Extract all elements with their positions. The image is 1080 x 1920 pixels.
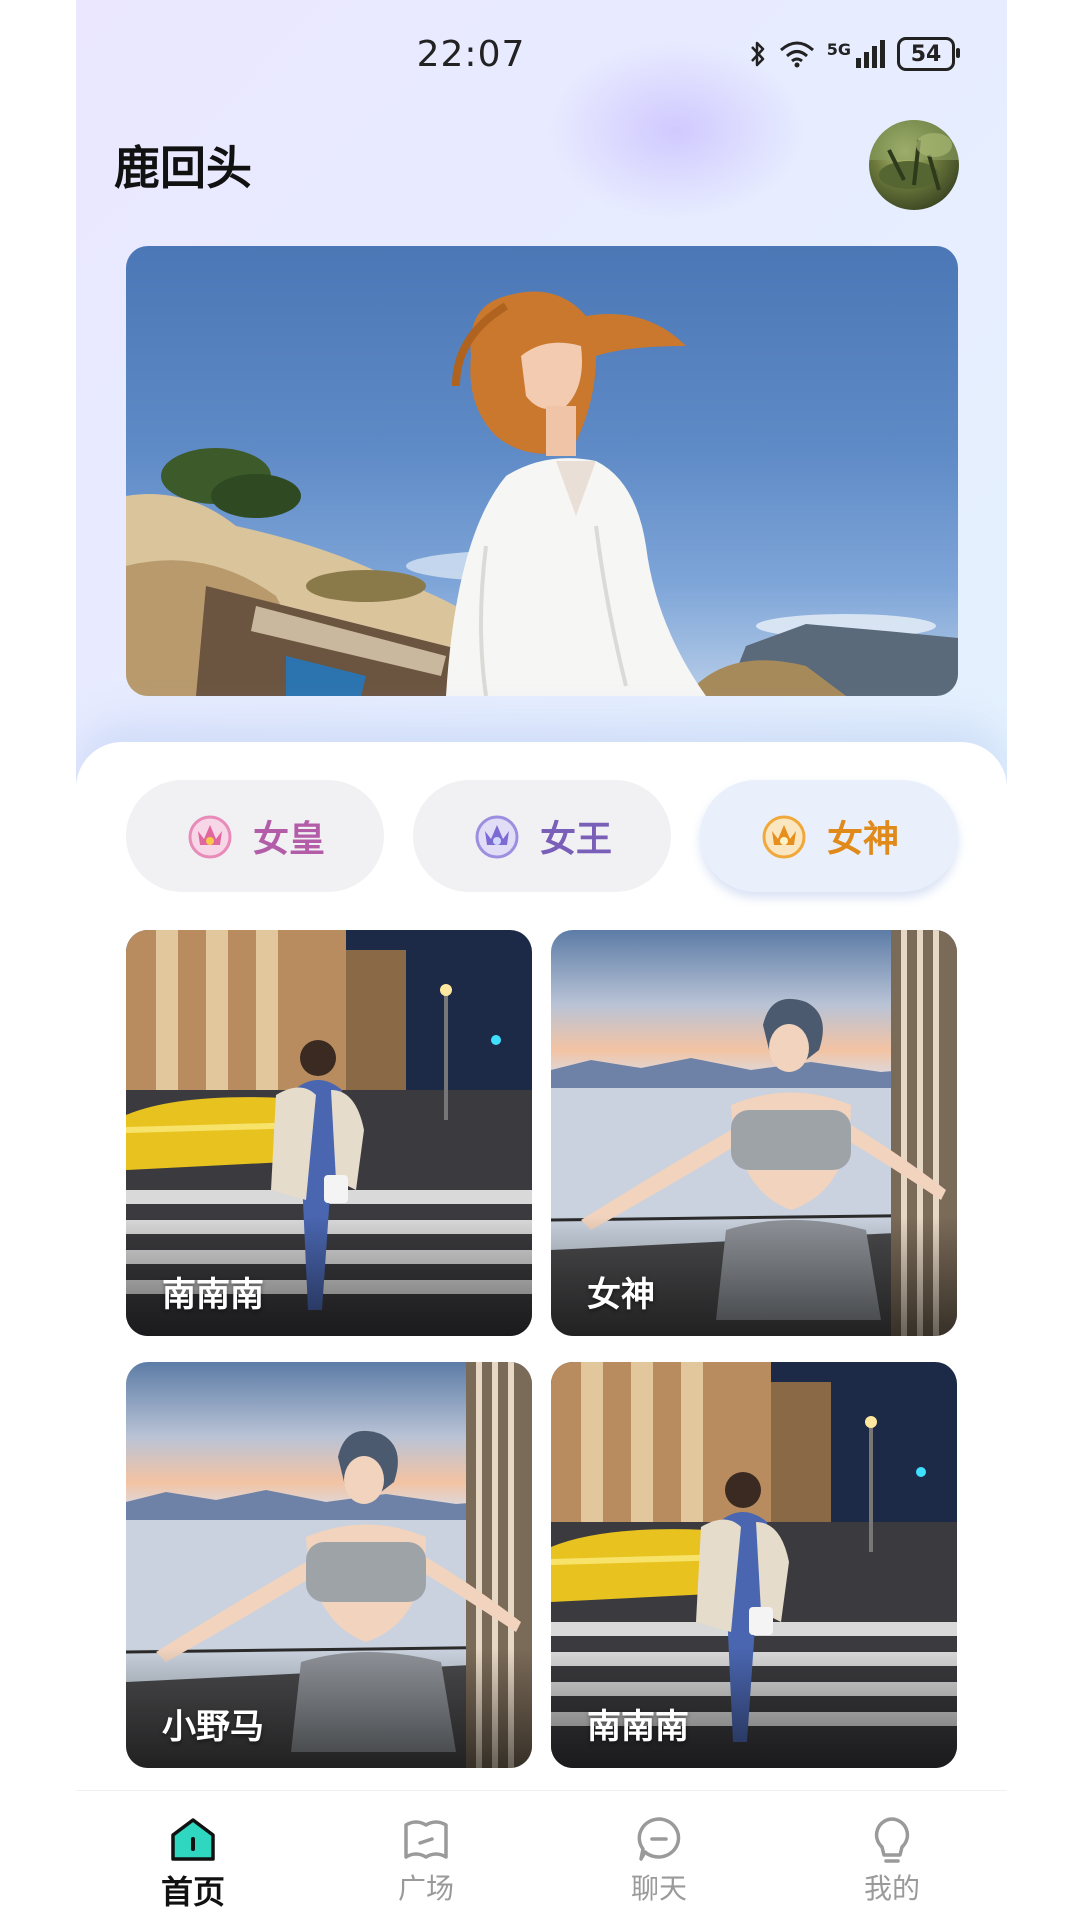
network-type: 5G [826, 39, 851, 59]
card-name: 小野马 [162, 1707, 264, 1747]
hero-banner[interactable] [126, 246, 958, 696]
tab-home[interactable]: 首页 [133, 1815, 253, 1913]
battery-level: 54 [910, 41, 942, 67]
bottom-tab-bar: 首页 广场 聊天 我的 [76, 1790, 1007, 1920]
profile-card[interactable]: 南南南 [126, 930, 532, 1336]
status-time: 22:07 [416, 34, 526, 75]
signal-icon [856, 40, 885, 68]
bluetooth-icon [750, 41, 764, 67]
home-icon [171, 1818, 215, 1861]
tab-mine[interactable]: 我的 [832, 1815, 952, 1907]
profile-bulb-icon [874, 1817, 910, 1863]
profile-card[interactable]: 小野马 [126, 1362, 532, 1768]
chat-bubble-icon [637, 1817, 681, 1861]
tab-square[interactable]: 广场 [366, 1815, 486, 1907]
tab-label: 聊天 [630, 1872, 687, 1905]
category-label: 女皇 [252, 819, 325, 860]
category-label: 女神 [826, 819, 899, 860]
battery-icon: 54 [897, 37, 960, 71]
map-icon [404, 1820, 448, 1859]
card-name: 南南南 [162, 1275, 264, 1315]
tab-chat[interactable]: 聊天 [599, 1815, 719, 1907]
category-chip-empress[interactable]: 女皇 [126, 780, 384, 892]
queen-badge-icon [475, 815, 519, 859]
tab-label: 广场 [397, 1872, 454, 1905]
category-chip-queen[interactable]: 女王 [413, 780, 671, 892]
card-name: 南南南 [587, 1707, 689, 1747]
profile-card[interactable]: 南南南 [551, 1362, 957, 1768]
tab-label: 首页 [160, 1873, 225, 1911]
app-screen: 22:07 5G 54 鹿回头 女皇 女王 女神 南南南 女神 小野马 南南南 … [76, 0, 1007, 1920]
avatar[interactable] [869, 120, 959, 210]
empress-badge-icon [188, 815, 232, 859]
category-chip-goddess[interactable]: 女神 [700, 780, 958, 892]
page-title: 鹿回头 [114, 141, 252, 195]
tab-label: 我的 [863, 1872, 920, 1905]
goddess-badge-icon [762, 815, 806, 859]
status-icons: 5G 54 [749, 34, 960, 74]
card-name: 女神 [587, 1275, 655, 1315]
category-label: 女王 [539, 819, 612, 860]
wifi-icon [779, 41, 814, 68]
profile-card[interactable]: 女神 [551, 930, 957, 1336]
